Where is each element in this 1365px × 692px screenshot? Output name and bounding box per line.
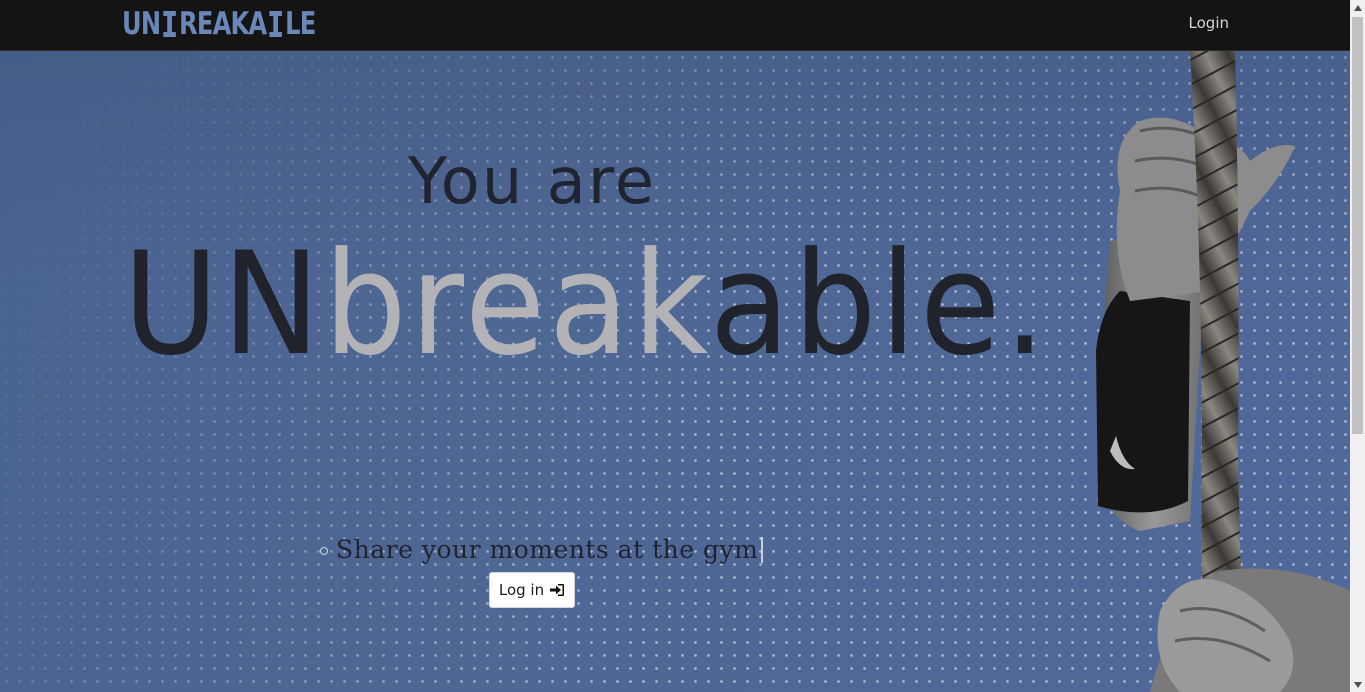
typing-caret (761, 536, 764, 563)
headline-you-are: You are (408, 145, 657, 219)
climber-photo (1096, 51, 1350, 692)
typed-tagline: Share your moments at the gym (320, 535, 764, 564)
hero-login-button[interactable]: Log in (489, 572, 575, 608)
logo-text-le: LE (285, 6, 316, 42)
vertical-scrollbar[interactable] (1350, 0, 1365, 692)
headline-unbreakable: UNbreakable. (123, 234, 1049, 376)
scroll-down-icon[interactable] (1350, 677, 1365, 692)
headline-part-break: break (323, 222, 710, 387)
dumbbell-icon (269, 11, 283, 37)
brand-logo[interactable]: UN REAKA LE (122, 5, 316, 43)
login-button-label: Log in (498, 581, 545, 599)
tagline-text: Share your moments at the gym (336, 535, 759, 564)
bullet-icon (320, 546, 328, 555)
logo-text-un: UN (122, 6, 161, 42)
headline-part-un: UN (123, 222, 324, 387)
top-navbar: UN REAKA LE Login (0, 0, 1350, 51)
nav-login-link[interactable]: Login (1189, 14, 1229, 32)
scroll-up-icon[interactable] (1350, 0, 1365, 15)
headline-part-able: able. (709, 222, 1050, 387)
logo-text-reaka: REAKA (179, 6, 267, 42)
dumbbell-icon (163, 11, 176, 37)
scrollbar-thumb[interactable] (1352, 17, 1363, 434)
page: UN REAKA LE Login You are UNbreakable. S… (0, 0, 1365, 692)
hero-section: You are UNbreakable. Share your moments … (0, 51, 1350, 692)
sign-in-icon (550, 584, 565, 596)
